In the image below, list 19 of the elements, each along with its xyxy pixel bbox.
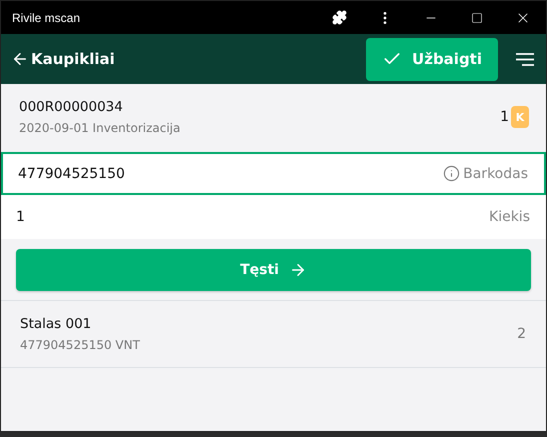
- back-icon[interactable]: [11, 50, 29, 68]
- field-label: Barkodas: [463, 166, 528, 182]
- item-row[interactable]: Stalas 001 477904525150 VNT 2: [1, 301, 546, 368]
- item-detail: 477904525150 VNT: [20, 338, 141, 352]
- document-count: 1: [500, 109, 509, 125]
- field-value[interactable]: 1: [16, 209, 490, 225]
- document-subtitle: 2020-09-01 Inventorizacija: [19, 121, 182, 135]
- document-number: 000R00000034: [19, 99, 124, 115]
- info-icon: [443, 165, 460, 182]
- field-value[interactable]: 477904525150: [18, 166, 444, 182]
- item-quantity: 2: [517, 326, 526, 342]
- input-field[interactable]: 477904525150 Barkodas: [1, 152, 546, 195]
- input-field[interactable]: 1 Kiekis: [1, 195, 546, 239]
- item-name: Stalas 001: [20, 316, 92, 332]
- window-title: Rivile mscan: [12, 10, 82, 24]
- page-title: Kaupikliai: [31, 50, 115, 68]
- type-badge: K: [511, 106, 529, 128]
- menu-icon[interactable]: [516, 52, 534, 66]
- field-label: Kiekis: [489, 209, 530, 225]
